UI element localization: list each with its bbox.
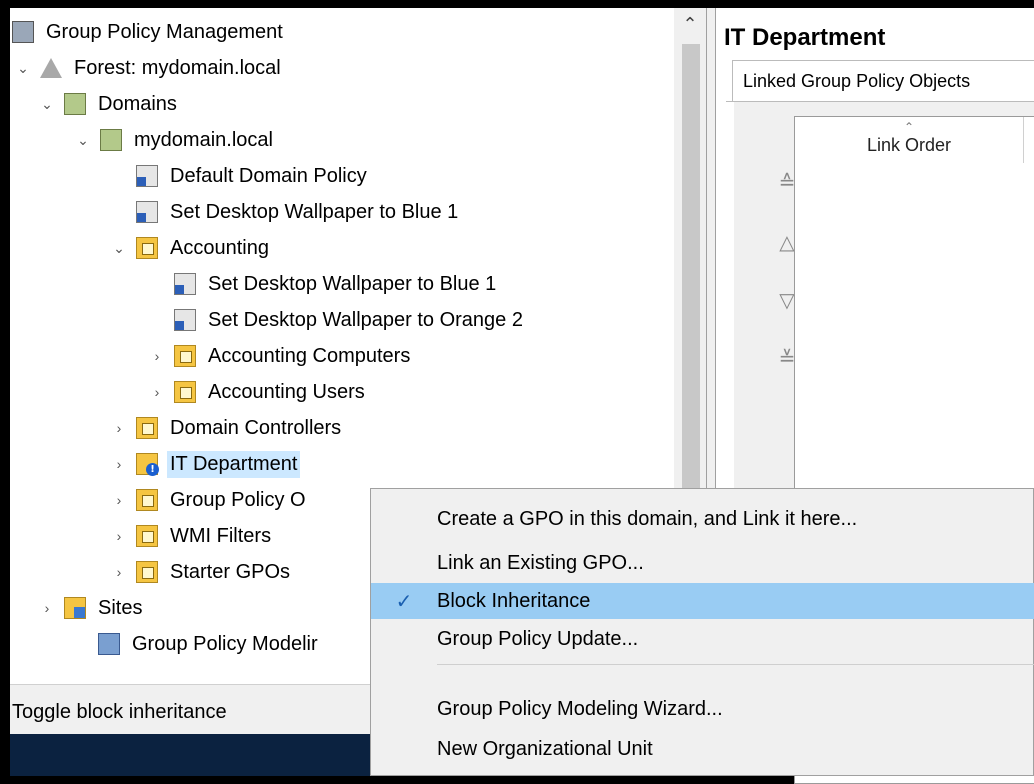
ou-folder-icon — [174, 381, 196, 403]
menu-item-label: Group Policy Modeling Wizard... — [437, 697, 723, 720]
tree-item-label: WMI Filters — [170, 524, 272, 547]
tree-item-label: Accounting — [170, 236, 269, 259]
gpo-link-icon — [174, 273, 196, 295]
chevron-right-icon[interactable]: › — [108, 492, 130, 508]
modeling-icon — [98, 633, 120, 655]
tree-item-accounting[interactable]: ⌄ Accounting — [108, 230, 272, 266]
context-menu: Create a GPO in this domain, and Link it… — [370, 488, 1034, 776]
domains-icon — [64, 93, 86, 115]
tab-label: Linked Group Policy Objects — [743, 71, 971, 91]
chevron-right-icon[interactable]: › — [146, 384, 168, 400]
ou-folder-icon — [136, 237, 158, 259]
sort-ascending-icon: ⌃ — [903, 120, 915, 134]
chevron-right-icon[interactable]: › — [108, 420, 130, 436]
gpo-link-icon — [136, 201, 158, 223]
menu-item-create-gpo[interactable]: Create a GPO in this domain, and Link it… — [371, 501, 1034, 537]
wmi-filter-folder-icon — [136, 525, 158, 547]
tree-item-accounting-computers[interactable]: › Accounting Computers — [146, 338, 413, 374]
menu-item-group-policy-update[interactable]: Group Policy Update... — [371, 621, 1034, 657]
details-title: IT Department — [724, 24, 886, 51]
menu-item-label: Link an Existing GPO... — [437, 551, 644, 574]
tree-item-label: mydomain.local — [134, 128, 273, 151]
menu-item-block-inheritance[interactable]: ✓ Block Inheritance — [371, 583, 1034, 619]
tree-item-default-domain-policy[interactable]: Default Domain Policy — [136, 158, 370, 194]
tree-item-domain-controllers[interactable]: › Domain Controllers — [108, 410, 344, 446]
tree-item-forest[interactable]: ⌄ Forest: mydomain.local — [12, 50, 284, 86]
tree-item-label: Starter GPOs — [170, 560, 291, 583]
group-policy-management-icon — [12, 21, 34, 43]
tree-item-label: IT Department — [167, 450, 301, 478]
menu-item-link-existing-gpo[interactable]: Link an Existing GPO... — [371, 545, 1034, 581]
scroll-up-icon[interactable]: ⌃ — [674, 8, 706, 40]
status-text: Toggle block inheritance — [12, 701, 227, 723]
tree-item-group-policy-management[interactable]: Group Policy Management — [12, 14, 286, 50]
starter-gpo-folder-icon — [136, 561, 158, 583]
tree-item-label: Group Policy Management — [46, 20, 283, 43]
gpo-link-icon — [136, 165, 158, 187]
tree-item-label: Domain Controllers — [170, 416, 342, 439]
tree-item-it-department[interactable]: › IT Department — [108, 446, 301, 482]
menu-item-label: New Organizational Unit — [437, 737, 653, 760]
chevron-down-icon[interactable]: ⌄ — [36, 96, 58, 113]
chevron-right-icon[interactable]: › — [146, 348, 168, 364]
tree-item-domains[interactable]: ⌄ Domains — [36, 86, 180, 122]
chevron-right-icon[interactable]: › — [108, 564, 130, 580]
forest-icon — [40, 58, 62, 78]
tab-linked-group-policy-objects[interactable]: Linked Group Policy Objects — [732, 60, 1034, 102]
tree-item-label: Accounting Computers — [208, 344, 411, 367]
tree-item-group-policy-modeling[interactable]: Group Policy Modelir — [98, 626, 321, 662]
chevron-right-icon[interactable]: › — [108, 528, 130, 544]
chevron-right-icon[interactable]: › — [108, 456, 130, 472]
ou-folder-icon — [174, 345, 196, 367]
menu-item-new-ou[interactable]: New Organizational Unit — [371, 731, 1034, 767]
tree-item-label: Domains — [98, 92, 177, 115]
tree-item-label: Set Desktop Wallpaper to Blue 1 — [170, 200, 459, 223]
tree-item-label: Set Desktop Wallpaper to Blue 1 — [208, 272, 497, 295]
tree-item-label: Accounting Users — [208, 380, 365, 403]
tree-item-label: Group Policy Modelir — [132, 632, 318, 655]
tree-item-label: Sites — [98, 596, 143, 619]
ou-blocked-inheritance-icon — [136, 453, 159, 476]
gpmc-window: Group Policy Management ⌄ Forest: mydoma… — [10, 8, 1034, 784]
tree-item-accounting-users[interactable]: › Accounting Users — [146, 374, 368, 410]
tree-item-label: Group Policy O — [170, 488, 306, 511]
gpo-folder-icon — [136, 489, 158, 511]
gpo-link-icon — [174, 309, 196, 331]
tree-item-starter-gpos[interactable]: › Starter GPOs — [108, 554, 293, 590]
tree-item-group-policy-objects[interactable]: › Group Policy O — [108, 482, 309, 518]
tree-item-acc-gpo-blue[interactable]: Set Desktop Wallpaper to Blue 1 — [174, 266, 499, 302]
tree-item-gpo-blue[interactable]: Set Desktop Wallpaper to Blue 1 — [136, 194, 461, 230]
tree-item-label: Set Desktop Wallpaper to Orange 2 — [208, 308, 523, 331]
chevron-down-icon[interactable]: ⌄ — [72, 132, 94, 149]
chevron-down-icon[interactable]: ⌄ — [108, 240, 130, 257]
tree-item-sites[interactable]: › Sites — [36, 590, 145, 626]
chevron-right-icon[interactable]: › — [36, 600, 58, 616]
tree-item-domain[interactable]: ⌄ mydomain.local — [72, 122, 276, 158]
tree-item-acc-gpo-orange[interactable]: Set Desktop Wallpaper to Orange 2 — [174, 302, 526, 338]
menu-item-modeling-wizard[interactable]: Group Policy Modeling Wizard... — [371, 691, 1034, 727]
sites-icon — [64, 597, 86, 619]
checkmark-icon: ✓ — [395, 590, 413, 613]
chevron-down-icon[interactable]: ⌄ — [12, 60, 34, 77]
tree-item-label: Default Domain Policy — [170, 164, 367, 187]
column-header-link-order[interactable]: ⌃ Link Order — [795, 117, 1024, 163]
tree-item-label: Forest: mydomain.local — [74, 56, 281, 79]
menu-item-label: Create a GPO in this domain, and Link it… — [437, 507, 858, 530]
menu-item-label: Block Inheritance — [437, 589, 591, 612]
ou-folder-icon — [136, 417, 158, 439]
menu-separator — [437, 664, 1034, 665]
domain-icon — [100, 129, 122, 151]
tree-item-wmi-filters[interactable]: › WMI Filters — [108, 518, 274, 554]
menu-item-label: Group Policy Update... — [437, 627, 639, 650]
